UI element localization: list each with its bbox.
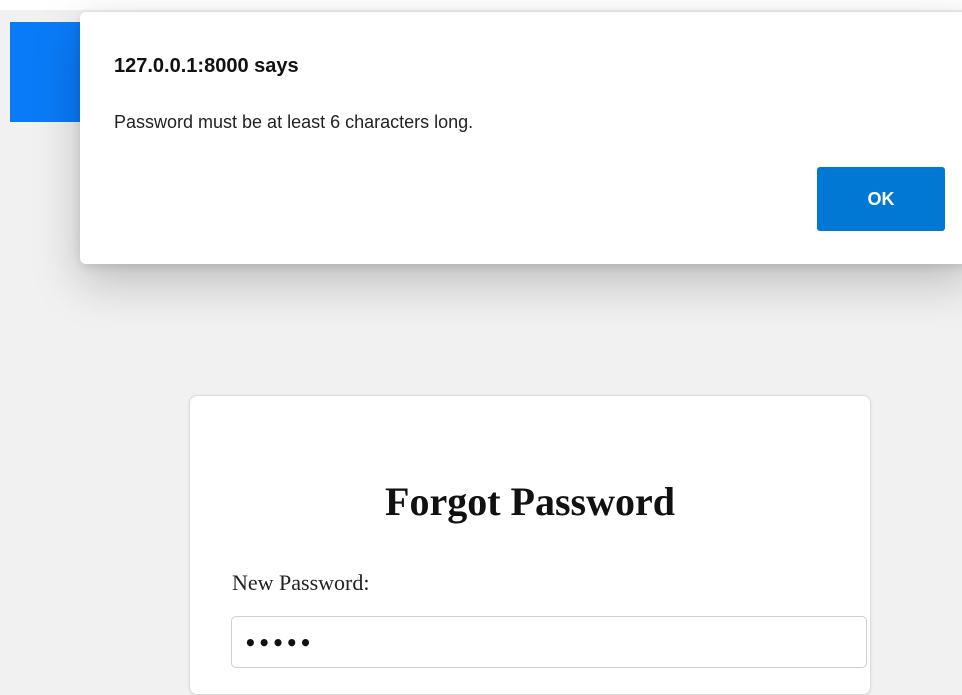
ok-button[interactable]: OK <box>817 167 945 231</box>
new-password-label: New Password: <box>232 570 370 595</box>
forgot-password-card: Forgot Password New Password: ••••• <box>189 395 871 695</box>
new-password-input[interactable]: ••••• <box>231 616 867 668</box>
blue-header-bar <box>10 22 90 122</box>
alert-dialog: 127.0.0.1:8000 says Password must be at … <box>80 12 962 264</box>
dialog-title: 127.0.0.1:8000 says <box>114 55 299 77</box>
page-top-strip <box>0 0 962 10</box>
page-title: Forgot Password <box>385 479 675 524</box>
dialog-message: Password must be at least 6 characters l… <box>114 112 474 132</box>
